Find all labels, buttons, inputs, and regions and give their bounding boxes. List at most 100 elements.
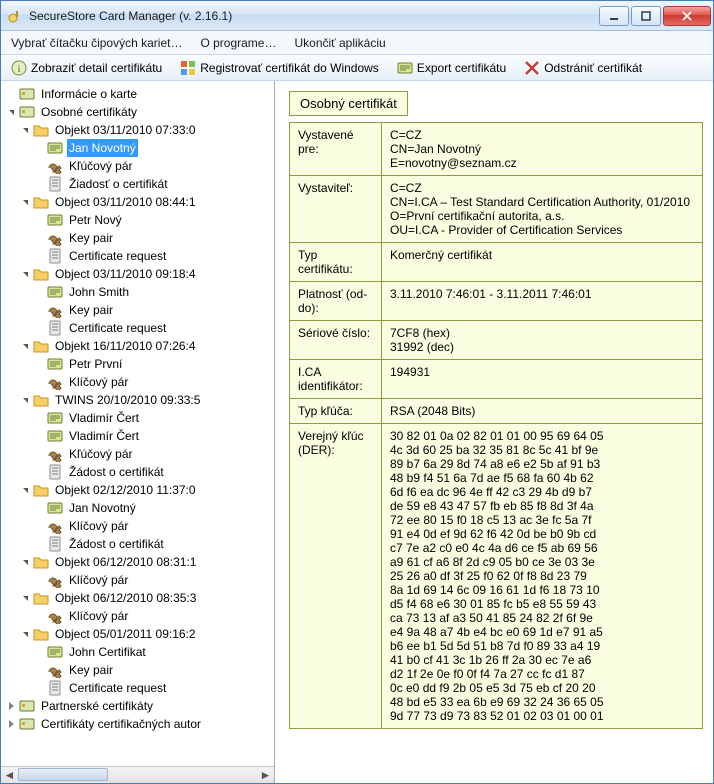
maximize-button[interactable] — [631, 6, 661, 26]
tool-delete-label: Odstrániť certifikát — [544, 61, 642, 75]
request-icon — [47, 176, 63, 192]
menu-quit[interactable]: Ukončiť aplikáciu — [294, 36, 385, 50]
tool-cert-detail-label: Zobraziť detail certifikátu — [31, 61, 162, 75]
tree-keypair[interactable]: Klíčový pár — [67, 373, 130, 391]
tool-cert-detail[interactable]: Zobraziť detail certifikátu — [7, 58, 166, 78]
tree-object[interactable]: Object 03/11/2010 09:18:4 — [53, 265, 198, 283]
issued-for-value: C=CZ CN=Jan Novotný E=novotny@seznam.cz — [382, 123, 703, 176]
tool-delete-cert[interactable]: Odstrániť certifikát — [520, 58, 646, 78]
tool-register-label: Registrovať certifikát do Windows — [200, 61, 379, 75]
titlebar: SecureStore Card Manager (v. 2.16.1) — [1, 1, 713, 31]
tree-keypair[interactable]: Klíčový pár — [67, 607, 130, 625]
tree-keypair[interactable]: Kľúčový pár — [67, 157, 135, 175]
folder-icon — [33, 338, 49, 354]
cert-type-label: Typ certifikátu: — [290, 243, 382, 282]
tree-ca-certs[interactable]: Certifikáty certifikačných autor — [39, 715, 203, 733]
tree-cert[interactable]: Petr První — [67, 355, 124, 373]
expand-icon[interactable] — [19, 592, 31, 604]
request-icon — [47, 320, 63, 336]
scroll-left-icon[interactable]: ◄ — [1, 768, 18, 783]
certificate-tree[interactable]: Informácie o karte Osobné certifikáty Ob… — [1, 81, 274, 737]
issued-for-label: Vystavené pre: — [290, 123, 382, 176]
tree-keypair[interactable]: Kľúčový pár — [67, 445, 135, 463]
menu-about[interactable]: O programe… — [200, 36, 276, 50]
expand-icon[interactable] — [5, 718, 17, 730]
card-icon — [19, 716, 35, 732]
tree-object[interactable]: Object 05/01/2011 09:16:2 — [53, 625, 198, 643]
validity-value: 3.11.2010 7:46:01 - 3.11.2011 7:46:01 — [382, 282, 703, 321]
icaid-label: I.CA identifikátor: — [290, 360, 382, 399]
tree-object[interactable]: Object 03/11/2010 08:44:1 — [53, 193, 198, 211]
horizontal-scrollbar[interactable]: ◄ ► — [1, 766, 274, 783]
close-button[interactable] — [663, 6, 711, 26]
request-icon — [47, 680, 63, 696]
keytype-label: Typ kľúča: — [290, 399, 382, 424]
tree-cert[interactable]: Vladimír Čert — [67, 427, 141, 445]
tree-keypair[interactable]: Klíčový pár — [67, 517, 130, 535]
tree-req[interactable]: Žiadosť o certifikát — [67, 175, 170, 193]
toolbar: Zobraziť detail certifikátu Registrovať … — [1, 55, 713, 81]
tree-cert[interactable]: John Certifikat — [67, 643, 148, 661]
export-icon — [397, 60, 413, 76]
tree-keypair[interactable]: Key pair — [67, 301, 115, 319]
expand-icon[interactable] — [5, 106, 17, 118]
cert-icon — [47, 212, 63, 228]
expand-icon[interactable] — [19, 268, 31, 280]
expand-icon[interactable] — [19, 124, 31, 136]
tree-keypair[interactable]: Key pair — [67, 229, 115, 247]
tree-cert[interactable]: Jan Novotný — [67, 499, 138, 517]
expand-icon[interactable] — [19, 394, 31, 406]
pubkey-label: Verejný kľúc (DER): — [290, 424, 382, 729]
cert-icon — [47, 284, 63, 300]
expand-icon[interactable] — [19, 628, 31, 640]
tree-object[interactable]: Objekt 16/11/2010 07:26:4 — [53, 337, 198, 355]
tree-req[interactable]: Certificate request — [67, 319, 168, 337]
expand-icon[interactable] — [19, 484, 31, 496]
tree-cert[interactable]: Vladimír Čert — [67, 409, 141, 427]
folder-icon — [33, 392, 49, 408]
minimize-button[interactable] — [599, 6, 629, 26]
details-pane: Osobný certifikát Vystavené pre:C=CZ CN=… — [275, 81, 713, 783]
menu-select-reader[interactable]: Vybrať čítačku čipových kariet… — [11, 36, 182, 50]
tree-object[interactable]: TWINS 20/10/2010 09:33:5 — [53, 391, 202, 409]
folder-icon — [33, 554, 49, 570]
tree-cert[interactable]: Petr Nový — [67, 211, 124, 229]
expand-icon[interactable] — [5, 700, 17, 712]
tree-keypair[interactable]: Klíčový pár — [67, 571, 130, 589]
cert-icon — [47, 356, 63, 372]
cert-icon — [47, 428, 63, 444]
tree-req[interactable]: Žádost o certifikát — [67, 535, 166, 553]
folder-icon — [33, 590, 49, 606]
tree-cert[interactable]: Jan Novotný — [67, 139, 138, 157]
tree-partner-certs[interactable]: Partnerské certifikáty — [39, 697, 155, 715]
expand-icon[interactable] — [19, 556, 31, 568]
tool-register-windows[interactable]: Registrovať certifikát do Windows — [176, 58, 383, 78]
issuer-value: C=CZ CN=I.CA – Test Standard Certificati… — [382, 176, 703, 243]
tree-keypair[interactable]: Key pair — [67, 661, 115, 679]
key-icon — [47, 662, 63, 678]
key-icon — [47, 374, 63, 390]
tree-object[interactable]: Objekt 06/12/2010 08:35:3 — [53, 589, 198, 607]
tree-req[interactable]: Certificate request — [67, 247, 168, 265]
card-icon — [19, 104, 35, 120]
tree-card-info[interactable]: Informácie o karte — [39, 85, 139, 103]
scroll-right-icon[interactable]: ► — [257, 768, 274, 783]
request-icon — [47, 464, 63, 480]
pubkey-value: 30 82 01 0a 02 82 01 01 00 95 69 64 05 4… — [382, 424, 703, 729]
tree-object[interactable]: Objekt 02/12/2010 11:37:0 — [53, 481, 198, 499]
key-icon — [47, 158, 63, 174]
tree-req[interactable]: Certificate request — [67, 679, 168, 697]
expand-icon[interactable] — [19, 196, 31, 208]
tree-object[interactable]: Objekt 06/12/2010 08:31:1 — [53, 553, 198, 571]
tool-export-cert[interactable]: Export certifikátu — [393, 58, 510, 78]
tree-personal-certs[interactable]: Osobné certifikáty — [39, 103, 139, 121]
key-icon — [47, 230, 63, 246]
cert-icon — [47, 140, 63, 156]
tree-cert[interactable]: John Smith — [67, 283, 131, 301]
expand-icon[interactable] — [19, 340, 31, 352]
scroll-thumb[interactable] — [18, 768, 108, 781]
windows-icon — [180, 60, 196, 76]
tree-req[interactable]: Žádost o certifikát — [67, 463, 166, 481]
tree-object[interactable]: Objekt 03/11/2010 07:33:0 — [53, 121, 198, 139]
key-icon — [47, 302, 63, 318]
